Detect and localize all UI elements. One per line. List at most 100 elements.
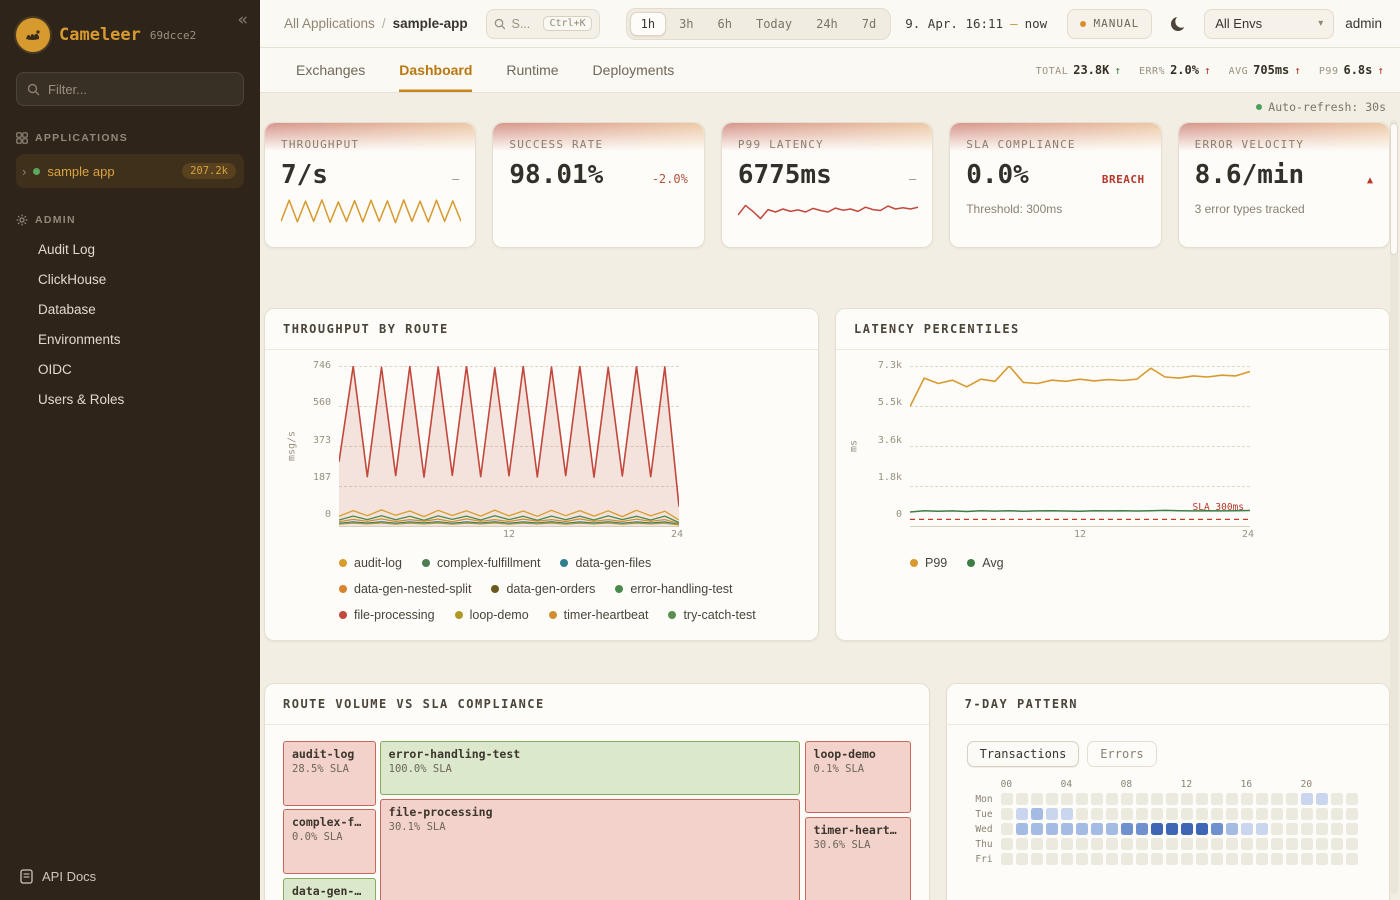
heatmap-cell[interactable] [1091, 853, 1103, 865]
heatmap-cell[interactable] [1061, 793, 1073, 805]
auto-refresh-indicator[interactable]: Auto-refresh: 30s [264, 98, 1390, 114]
heatmap-cell[interactable] [1031, 838, 1043, 850]
heatmap-cell[interactable] [1136, 838, 1148, 850]
heatmap-cell[interactable] [1331, 853, 1343, 865]
heatmap-cell[interactable] [1166, 823, 1178, 835]
heatmap-cell[interactable] [1271, 838, 1283, 850]
sidebar-item-oidc[interactable]: OIDC [16, 354, 244, 384]
heatmap-cell[interactable] [1031, 793, 1043, 805]
heatmap-cell[interactable] [1226, 823, 1238, 835]
heatmap-cell[interactable] [1346, 838, 1358, 850]
heatmap-cell[interactable] [1046, 838, 1058, 850]
heatmap-cell[interactable] [1061, 853, 1073, 865]
heatmap-cell[interactable] [1196, 838, 1208, 850]
heatmap-cell[interactable] [1016, 838, 1028, 850]
heatmap-cell[interactable] [1106, 823, 1118, 835]
sidebar-item-api-docs[interactable]: API Docs [20, 869, 96, 884]
heatmap-cell[interactable] [1151, 823, 1163, 835]
heatmap-cell[interactable] [1106, 808, 1118, 820]
latency-chart[interactable]: SLA 300ms [910, 366, 1250, 526]
heatmap-cell[interactable] [1151, 853, 1163, 865]
heatmap-cell[interactable] [1331, 808, 1343, 820]
legend-item-try-catch-test[interactable]: try-catch-test [668, 608, 755, 622]
legend-item-error-handling-test[interactable]: error-handling-test [615, 582, 732, 596]
heatmap-cell[interactable] [1106, 793, 1118, 805]
heatmap-cell[interactable] [1136, 823, 1148, 835]
treemap-cell-audit-log[interactable]: audit-log28.5% SLA [283, 741, 376, 806]
heatmap-cell[interactable] [1166, 853, 1178, 865]
heatmap-cell[interactable] [1196, 853, 1208, 865]
heatmap-cell[interactable] [1316, 793, 1328, 805]
heatmap-cell[interactable] [1316, 808, 1328, 820]
legend-item-data-gen-orders[interactable]: data-gen-orders [491, 582, 595, 596]
range-today[interactable]: Today [745, 12, 803, 36]
legend-item-complex-fulfillment[interactable]: complex-fulfillment [422, 556, 541, 570]
heatmap-cell[interactable] [1001, 853, 1013, 865]
sidebar-collapse-button[interactable]: « [238, 10, 248, 30]
heatmap-cell[interactable] [1091, 793, 1103, 805]
heatmap-cell[interactable] [1301, 853, 1313, 865]
sidebar-item-database[interactable]: Database [16, 294, 244, 324]
range-3h[interactable]: 3h [668, 12, 704, 36]
heatmap-cell[interactable] [1286, 823, 1298, 835]
heatmap-cell[interactable] [1226, 838, 1238, 850]
heatmap-cell[interactable] [1181, 808, 1193, 820]
treemap-cell-timer-heartbeat[interactable]: timer-heartbeat30.6% SLA [805, 817, 911, 900]
heatmap-cell[interactable] [1256, 838, 1268, 850]
heatmap-cell[interactable] [1286, 808, 1298, 820]
treemap-cell-data-gen-files[interactable]: data-gen-files100.0% SLA [283, 878, 376, 900]
heatmap-cell[interactable] [1241, 823, 1253, 835]
heatmap-cell[interactable] [1046, 793, 1058, 805]
heatmap-cell[interactable] [1136, 793, 1148, 805]
heatmap-cell[interactable] [1151, 838, 1163, 850]
heatmap-cell[interactable] [1106, 853, 1118, 865]
vertical-scrollbar[interactable] [1390, 120, 1398, 894]
sidebar-item-sample-app[interactable]: › sample app 207.2k [16, 154, 244, 188]
heatmap-cell[interactable] [1121, 838, 1133, 850]
range-1h[interactable]: 1h [630, 12, 666, 36]
heatmap-cell[interactable] [1211, 823, 1223, 835]
heatmap-cell[interactable] [1226, 853, 1238, 865]
heatmap-cell[interactable] [1166, 808, 1178, 820]
heatmap-cell[interactable] [1091, 808, 1103, 820]
heatmap-cell[interactable] [1181, 823, 1193, 835]
heatmap-cell[interactable] [1076, 808, 1088, 820]
legend-item-P99[interactable]: P99 [910, 556, 947, 570]
heatmap-cell[interactable] [1241, 838, 1253, 850]
heatmap-cell[interactable] [1136, 853, 1148, 865]
heatmap-cell[interactable] [1211, 793, 1223, 805]
heatmap-cell[interactable] [1241, 793, 1253, 805]
heatmap-cell[interactable] [1256, 808, 1268, 820]
heatmap-cell[interactable] [1031, 808, 1043, 820]
breadcrumb-all-applications[interactable]: All Applications [284, 16, 375, 31]
heatmap-cell[interactable] [1196, 793, 1208, 805]
heatmap-cell[interactable] [1301, 793, 1313, 805]
heatmap-cell[interactable] [1001, 823, 1013, 835]
range-6h[interactable]: 6h [707, 12, 743, 36]
legend-item-Avg[interactable]: Avg [967, 556, 1003, 570]
heatmap-cell[interactable] [1316, 838, 1328, 850]
throughput-chart[interactable] [339, 366, 679, 526]
heatmap-cell[interactable] [1046, 823, 1058, 835]
heatmap-cell[interactable] [1226, 808, 1238, 820]
manual-refresh-button[interactable]: MANUAL [1067, 9, 1152, 39]
heatmap-cell[interactable] [1211, 838, 1223, 850]
heatmap-cell[interactable] [1301, 823, 1313, 835]
heatmap-cell[interactable] [1121, 853, 1133, 865]
heatmap-cell[interactable] [1286, 853, 1298, 865]
heatmap-cell[interactable] [1286, 793, 1298, 805]
range-24h[interactable]: 24h [805, 12, 849, 36]
heatmap-cell[interactable] [1121, 823, 1133, 835]
heatmap-cell[interactable] [1346, 793, 1358, 805]
search-input[interactable] [511, 17, 537, 31]
heatmap-cell[interactable] [1196, 808, 1208, 820]
heatmap-cell[interactable] [1316, 853, 1328, 865]
heatmap-cell[interactable] [1016, 808, 1028, 820]
heatmap-cell[interactable] [1151, 808, 1163, 820]
heatmap-cell[interactable] [1091, 838, 1103, 850]
heatmap-cell[interactable] [1031, 853, 1043, 865]
heatmap-cell[interactable] [1271, 808, 1283, 820]
heatmap-cell[interactable] [1076, 838, 1088, 850]
heatmap-cell[interactable] [1001, 808, 1013, 820]
legend-item-data-gen-files[interactable]: data-gen-files [560, 556, 651, 570]
